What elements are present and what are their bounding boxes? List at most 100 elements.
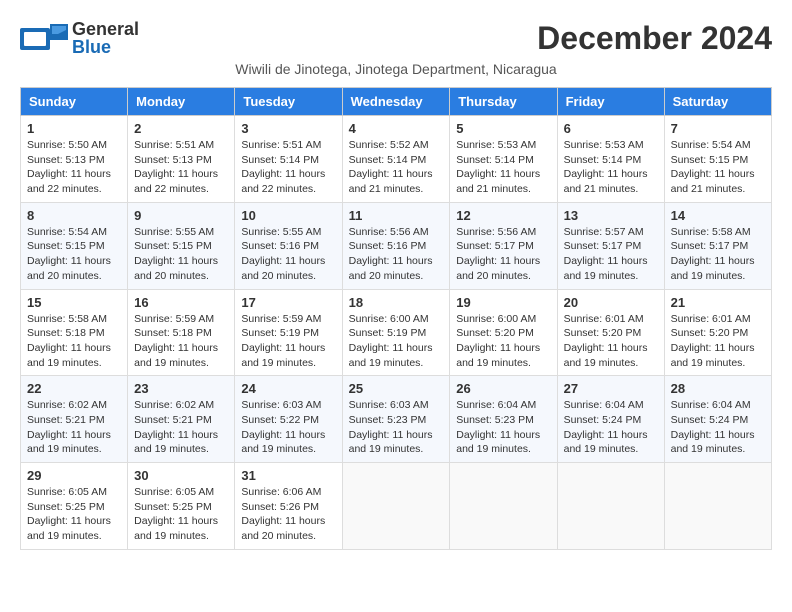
day-detail: Sunrise: 5:55 AMSunset: 5:15 PMDaylight:… [134,226,218,282]
day-number: 25 [349,381,444,396]
day-number: 11 [349,208,444,223]
day-number: 9 [134,208,228,223]
day-cell-1: 1 Sunrise: 5:50 AMSunset: 5:13 PMDayligh… [21,116,128,203]
empty-cell [664,463,771,550]
day-detail: Sunrise: 6:03 AMSunset: 5:23 PMDaylight:… [349,399,433,455]
day-number: 28 [671,381,765,396]
day-detail: Sunrise: 6:03 AMSunset: 5:22 PMDaylight:… [241,399,325,455]
day-detail: Sunrise: 6:00 AMSunset: 5:19 PMDaylight:… [349,313,433,369]
day-cell-10: 10 Sunrise: 5:55 AMSunset: 5:16 PMDaylig… [235,202,342,289]
day-detail: Sunrise: 6:05 AMSunset: 5:25 PMDaylight:… [134,486,218,542]
day-number: 22 [27,381,121,396]
col-friday: Friday [557,88,664,116]
day-detail: Sunrise: 5:59 AMSunset: 5:19 PMDaylight:… [241,313,325,369]
day-number: 10 [241,208,335,223]
day-detail: Sunrise: 5:54 AMSunset: 5:15 PMDaylight:… [671,139,755,195]
day-detail: Sunrise: 5:56 AMSunset: 5:16 PMDaylight:… [349,226,433,282]
day-detail: Sunrise: 6:01 AMSunset: 5:20 PMDaylight:… [564,313,648,369]
day-detail: Sunrise: 5:55 AMSunset: 5:16 PMDaylight:… [241,226,325,282]
day-cell-9: 9 Sunrise: 5:55 AMSunset: 5:15 PMDayligh… [128,202,235,289]
day-cell-3: 3 Sunrise: 5:51 AMSunset: 5:14 PMDayligh… [235,116,342,203]
day-cell-22: 22 Sunrise: 6:02 AMSunset: 5:21 PMDaylig… [21,376,128,463]
day-cell-30: 30 Sunrise: 6:05 AMSunset: 5:25 PMDaylig… [128,463,235,550]
day-cell-28: 28 Sunrise: 6:04 AMSunset: 5:24 PMDaylig… [664,376,771,463]
subtitle: Wiwili de Jinotega, Jinotega Department,… [20,61,772,77]
day-detail: Sunrise: 5:53 AMSunset: 5:14 PMDaylight:… [456,139,540,195]
day-detail: Sunrise: 6:05 AMSunset: 5:25 PMDaylight:… [27,486,111,542]
day-number: 18 [349,295,444,310]
day-number: 26 [456,381,550,396]
logo-icon [20,20,68,56]
day-number: 31 [241,468,335,483]
calendar-header-row: Sunday Monday Tuesday Wednesday Thursday… [21,88,772,116]
page-header: General Blue December 2024 [20,20,772,57]
day-cell-7: 7 Sunrise: 5:54 AMSunset: 5:15 PMDayligh… [664,116,771,203]
day-number: 20 [564,295,658,310]
month-title: December 2024 [537,20,772,57]
logo: General Blue [20,20,139,56]
calendar-week-5: 29 Sunrise: 6:05 AMSunset: 5:25 PMDaylig… [21,463,772,550]
day-cell-21: 21 Sunrise: 6:01 AMSunset: 5:20 PMDaylig… [664,289,771,376]
day-cell-11: 11 Sunrise: 5:56 AMSunset: 5:16 PMDaylig… [342,202,450,289]
day-detail: Sunrise: 5:50 AMSunset: 5:13 PMDaylight:… [27,139,111,195]
day-number: 29 [27,468,121,483]
day-number: 19 [456,295,550,310]
calendar-week-4: 22 Sunrise: 6:02 AMSunset: 5:21 PMDaylig… [21,376,772,463]
day-detail: Sunrise: 5:58 AMSunset: 5:18 PMDaylight:… [27,313,111,369]
day-detail: Sunrise: 6:02 AMSunset: 5:21 PMDaylight:… [27,399,111,455]
col-tuesday: Tuesday [235,88,342,116]
day-cell-25: 25 Sunrise: 6:03 AMSunset: 5:23 PMDaylig… [342,376,450,463]
day-detail: Sunrise: 5:51 AMSunset: 5:14 PMDaylight:… [241,139,325,195]
day-cell-26: 26 Sunrise: 6:04 AMSunset: 5:23 PMDaylig… [450,376,557,463]
day-number: 24 [241,381,335,396]
day-detail: Sunrise: 6:06 AMSunset: 5:26 PMDaylight:… [241,486,325,542]
day-number: 14 [671,208,765,223]
day-cell-2: 2 Sunrise: 5:51 AMSunset: 5:13 PMDayligh… [128,116,235,203]
day-number: 5 [456,121,550,136]
day-detail: Sunrise: 5:56 AMSunset: 5:17 PMDaylight:… [456,226,540,282]
calendar-week-3: 15 Sunrise: 5:58 AMSunset: 5:18 PMDaylig… [21,289,772,376]
col-wednesday: Wednesday [342,88,450,116]
day-detail: Sunrise: 6:04 AMSunset: 5:24 PMDaylight:… [564,399,648,455]
day-detail: Sunrise: 6:02 AMSunset: 5:21 PMDaylight:… [134,399,218,455]
day-cell-13: 13 Sunrise: 5:57 AMSunset: 5:17 PMDaylig… [557,202,664,289]
day-cell-6: 6 Sunrise: 5:53 AMSunset: 5:14 PMDayligh… [557,116,664,203]
day-number: 4 [349,121,444,136]
day-number: 27 [564,381,658,396]
col-thursday: Thursday [450,88,557,116]
day-number: 21 [671,295,765,310]
day-detail: Sunrise: 6:00 AMSunset: 5:20 PMDaylight:… [456,313,540,369]
day-detail: Sunrise: 5:57 AMSunset: 5:17 PMDaylight:… [564,226,648,282]
logo-general-text: General [72,20,139,38]
day-cell-24: 24 Sunrise: 6:03 AMSunset: 5:22 PMDaylig… [235,376,342,463]
day-cell-27: 27 Sunrise: 6:04 AMSunset: 5:24 PMDaylig… [557,376,664,463]
day-cell-19: 19 Sunrise: 6:00 AMSunset: 5:20 PMDaylig… [450,289,557,376]
day-cell-23: 23 Sunrise: 6:02 AMSunset: 5:21 PMDaylig… [128,376,235,463]
day-number: 13 [564,208,658,223]
day-cell-18: 18 Sunrise: 6:00 AMSunset: 5:19 PMDaylig… [342,289,450,376]
day-cell-12: 12 Sunrise: 5:56 AMSunset: 5:17 PMDaylig… [450,202,557,289]
day-detail: Sunrise: 6:04 AMSunset: 5:23 PMDaylight:… [456,399,540,455]
day-number: 15 [27,295,121,310]
day-cell-29: 29 Sunrise: 6:05 AMSunset: 5:25 PMDaylig… [21,463,128,550]
day-number: 7 [671,121,765,136]
calendar-week-2: 8 Sunrise: 5:54 AMSunset: 5:15 PMDayligh… [21,202,772,289]
calendar-body: 1 Sunrise: 5:50 AMSunset: 5:13 PMDayligh… [21,116,772,550]
day-cell-31: 31 Sunrise: 6:06 AMSunset: 5:26 PMDaylig… [235,463,342,550]
day-number: 23 [134,381,228,396]
day-number: 8 [27,208,121,223]
day-detail: Sunrise: 5:52 AMSunset: 5:14 PMDaylight:… [349,139,433,195]
day-number: 6 [564,121,658,136]
col-saturday: Saturday [664,88,771,116]
col-monday: Monday [128,88,235,116]
day-cell-16: 16 Sunrise: 5:59 AMSunset: 5:18 PMDaylig… [128,289,235,376]
day-detail: Sunrise: 5:53 AMSunset: 5:14 PMDaylight:… [564,139,648,195]
empty-cell [450,463,557,550]
day-detail: Sunrise: 5:58 AMSunset: 5:17 PMDaylight:… [671,226,755,282]
day-cell-4: 4 Sunrise: 5:52 AMSunset: 5:14 PMDayligh… [342,116,450,203]
day-cell-15: 15 Sunrise: 5:58 AMSunset: 5:18 PMDaylig… [21,289,128,376]
day-number: 3 [241,121,335,136]
day-number: 12 [456,208,550,223]
col-sunday: Sunday [21,88,128,116]
day-cell-5: 5 Sunrise: 5:53 AMSunset: 5:14 PMDayligh… [450,116,557,203]
